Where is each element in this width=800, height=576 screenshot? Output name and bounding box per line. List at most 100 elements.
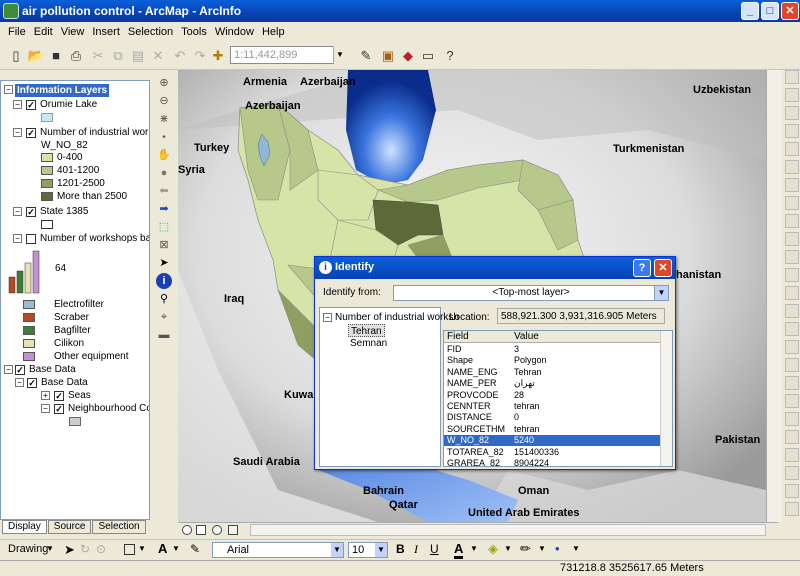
menu-edit[interactable]: Edit xyxy=(30,26,57,38)
table-row[interactable]: FID 3 xyxy=(444,344,660,355)
rotate-icon[interactable]: ↻ xyxy=(80,542,90,556)
font-color-icon[interactable]: A xyxy=(454,541,464,559)
select-elements-icon[interactable]: ➤ xyxy=(64,542,75,558)
layer-checkbox-unchecked[interactable] xyxy=(26,234,36,244)
refresh-icon[interactable] xyxy=(212,525,222,535)
chevron-down-icon[interactable]: ▼ xyxy=(572,544,580,553)
toolbar-tool-icon[interactable] xyxy=(785,394,799,408)
chevron-down-icon[interactable]: ▼ xyxy=(138,544,146,553)
fill-color-icon[interactable]: ◈ xyxy=(488,541,498,557)
chevron-down-icon[interactable]: ▼ xyxy=(375,543,387,557)
toc-root-layers[interactable]: Information Layers xyxy=(15,84,110,97)
identify-icon[interactable]: i xyxy=(156,273,172,289)
chevron-down-icon[interactable]: ▼ xyxy=(654,286,668,300)
toolbar-tool-icon[interactable] xyxy=(785,214,799,228)
table-row[interactable]: TOTAREA_82 151400336 xyxy=(444,447,660,458)
clear-selection-icon[interactable]: ⊠ xyxy=(156,237,172,253)
toolbar-tool-icon[interactable] xyxy=(785,232,799,246)
toolbar-tool-icon[interactable] xyxy=(785,358,799,372)
chevron-down-icon[interactable]: ▼ xyxy=(172,544,180,553)
toolbar-tool-icon[interactable] xyxy=(785,466,799,480)
table-row[interactable]: NAME_PER تهران xyxy=(444,378,660,389)
new-document-icon[interactable]: ▯ xyxy=(6,46,26,66)
toolbar-tool-icon[interactable] xyxy=(785,430,799,444)
collapse-icon[interactable]: − xyxy=(13,234,22,243)
help-button[interactable]: ? xyxy=(633,259,651,277)
maximize-button[interactable]: □ xyxy=(761,2,779,20)
table-row[interactable]: PROVCODE 28 xyxy=(444,390,660,401)
table-row[interactable]: CENNTER tehran xyxy=(444,401,660,412)
tree-item-tehran[interactable]: Tehran xyxy=(348,324,385,337)
table-row[interactable]: GRAREA_82 8904224 xyxy=(444,458,660,466)
layer-checkbox[interactable]: ✓ xyxy=(27,378,37,388)
open-folder-icon[interactable]: 📂 xyxy=(26,46,46,66)
marker-color-icon[interactable]: • xyxy=(555,541,560,556)
menu-window[interactable]: Window xyxy=(211,26,258,38)
command-line-icon[interactable]: ▭ xyxy=(418,46,438,66)
toolbar-tool-icon[interactable] xyxy=(785,502,799,516)
bold-button[interactable]: B xyxy=(396,542,405,556)
table-row[interactable]: DISTANCE 0 xyxy=(444,412,660,423)
undo-icon[interactable]: ↶ xyxy=(170,46,190,66)
zoom-in-icon[interactable]: ⊕ xyxy=(156,75,172,91)
menu-help[interactable]: Help xyxy=(258,26,289,38)
copy-icon[interactable]: ⧉ xyxy=(108,46,128,66)
back-extent-icon[interactable]: ⬅ xyxy=(156,183,172,199)
select-elements-icon[interactable]: ➤ xyxy=(156,255,172,271)
vertical-scrollbar[interactable] xyxy=(766,70,782,522)
measure-icon[interactable]: ▬ xyxy=(156,327,172,343)
toolbar-tool-icon[interactable] xyxy=(785,412,799,426)
go-to-xy-icon[interactable]: ⌖ xyxy=(156,309,172,325)
tab-source[interactable]: Source xyxy=(47,520,92,534)
column-header-field[interactable]: Field xyxy=(447,331,469,342)
collapse-icon[interactable]: − xyxy=(13,207,22,216)
group-base-data-sub[interactable]: Base Data xyxy=(41,376,88,389)
layer-checkbox[interactable]: ✓ xyxy=(26,100,36,110)
group-base-data[interactable]: Base Data xyxy=(29,363,76,376)
toolbar-handle-icon[interactable] xyxy=(785,70,799,84)
rectangle-icon[interactable] xyxy=(124,544,135,555)
toolbar-tool-icon[interactable] xyxy=(785,448,799,462)
toolbar-tool-icon[interactable] xyxy=(785,178,799,192)
forward-extent-icon[interactable]: ➡ xyxy=(156,201,172,217)
new-text-icon[interactable]: A xyxy=(158,541,167,556)
edit-vertices-icon[interactable]: ✎ xyxy=(190,542,200,556)
layer-checkbox[interactable]: ✓ xyxy=(26,207,36,217)
zoom-whole-page-icon[interactable]: ⊙ xyxy=(96,542,106,556)
toolbar-tool-icon[interactable] xyxy=(785,160,799,174)
italic-button[interactable]: I xyxy=(414,542,418,557)
toolbar-tool-icon[interactable] xyxy=(785,340,799,354)
editor-icon[interactable]: ✎ xyxy=(356,46,376,66)
toolbar-tool-icon[interactable] xyxy=(785,268,799,282)
collapse-icon[interactable]: − xyxy=(323,313,332,322)
toolbar-tool-icon[interactable] xyxy=(785,142,799,156)
layer-seas[interactable]: Seas xyxy=(68,389,91,402)
add-data-icon[interactable]: ✚ xyxy=(208,46,228,66)
chevron-down-icon[interactable]: ▼ xyxy=(333,46,346,64)
pan-hand-icon[interactable]: ✋ xyxy=(156,147,172,163)
collapse-icon[interactable]: − xyxy=(41,404,50,413)
identify-from-select[interactable]: <Top-most layer> xyxy=(393,285,669,301)
menu-tools[interactable]: Tools xyxy=(177,26,211,38)
arctoolbox-icon[interactable]: ▣ xyxy=(378,46,398,66)
layer-checkbox[interactable]: ✓ xyxy=(26,128,36,138)
table-row[interactable]: SOURCETHM tehran xyxy=(444,424,660,435)
layer-workshops-based[interactable]: Number of workshops basec xyxy=(40,232,149,245)
whats-this-help-icon[interactable]: ? xyxy=(440,46,460,66)
tab-display[interactable]: Display xyxy=(2,520,47,534)
fixed-zoom-in-icon[interactable]: ⋇ xyxy=(156,111,172,127)
fixed-zoom-out-icon[interactable]: ⋆ xyxy=(156,129,172,145)
save-icon[interactable]: ■ xyxy=(46,46,66,66)
font-select[interactable]: Arial xyxy=(212,542,344,558)
menu-selection[interactable]: Selection xyxy=(124,26,177,38)
chevron-down-icon[interactable]: ▼ xyxy=(470,544,478,553)
collapse-icon[interactable]: − xyxy=(4,85,13,94)
layer-checkbox[interactable]: ✓ xyxy=(15,365,25,375)
toolbar-tool-icon[interactable] xyxy=(785,322,799,336)
collapse-icon[interactable]: − xyxy=(13,100,22,109)
expand-icon[interactable]: + xyxy=(41,391,50,400)
layer-industrial-workshops[interactable]: Number of industrial worksho xyxy=(40,126,149,139)
delete-icon[interactable]: ✕ xyxy=(148,46,168,66)
table-row[interactable]: Shape Polygon xyxy=(444,355,660,366)
toolbar-tool-icon[interactable] xyxy=(785,286,799,300)
